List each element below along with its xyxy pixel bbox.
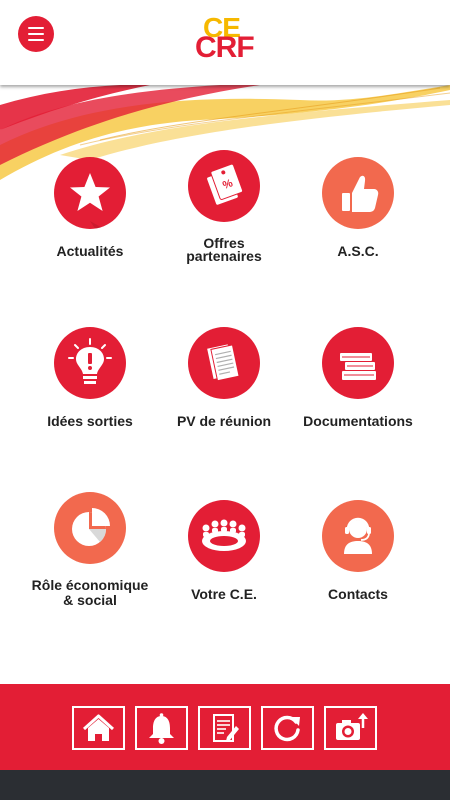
home-button[interactable] [72,706,125,750]
camera-upload-icon [336,713,368,740]
tile-idees-sorties[interactable]: Idées sorties [15,327,165,437]
tile-circle [54,492,126,564]
bottom-toolbar [0,684,450,770]
hamburger-icon-line [28,39,44,41]
home-icon [82,714,115,741]
hamburger-icon-line [28,33,44,35]
tile-contacts[interactable]: Contacts [283,500,433,610]
documents-icon [205,343,240,382]
notes-button[interactable] [198,706,251,750]
refresh-button[interactable] [261,706,314,750]
app-header: CE CRF [0,0,450,85]
tile-circle [54,327,126,399]
tile-role-economique-social[interactable]: Rôle économique & social [15,492,165,612]
tile-circle [54,157,126,229]
tile-label: Votre C.E. [191,586,257,602]
tile-actualites[interactable]: Actualités [15,157,165,267]
tile-votre-ce[interactable]: Votre C.E. [149,500,299,610]
tile-circle [322,327,394,399]
meeting-table-icon [202,519,246,551]
tile-label-line2: partenaires [186,248,262,264]
tile-circle [322,157,394,229]
menu-button[interactable] [18,16,54,52]
tile-label: Contacts [328,586,388,602]
pie-chart-icon [72,508,110,546]
tile-label: Documentations [303,413,413,429]
tile-asc[interactable]: A.S.C. [283,157,433,267]
refresh-icon [274,715,300,742]
tile-label: PV de réunion [176,413,272,429]
books-icon [340,353,376,380]
tile-circle: % [188,150,260,222]
tile-documentations[interactable]: Documentations [283,327,433,437]
tile-label: Idées sorties [47,413,133,429]
price-tags-icon: % [206,163,244,206]
lightbulb-icon [68,338,112,384]
app-logo: CE CRF [195,14,267,64]
headset-operator-icon [344,517,372,554]
system-navigation-bar [0,770,450,800]
edit-document-icon [213,714,239,742]
tile-label-line1: Rôle économique [31,577,149,593]
tile-circle [322,500,394,572]
thumbs-up-icon [342,175,379,212]
tile-label: Actualités [56,243,124,259]
notifications-button[interactable] [135,706,188,750]
tile-circle [188,500,260,572]
tile-label-line2: & social [63,592,117,608]
bell-icon [149,713,174,744]
star-icon [70,173,110,229]
main-menu-grid: Actualités % Offres partenaires A.S.C. I… [0,0,450,680]
tile-offres-partenaires[interactable]: % Offres partenaires [149,150,299,265]
tile-label: A.S.C. [337,243,379,259]
tile-circle [188,327,260,399]
tile-pv-reunion[interactable]: PV de réunion [149,327,299,437]
hamburger-icon [28,27,44,29]
logo-crf: CRF [195,31,255,64]
camera-upload-button[interactable] [324,706,377,750]
